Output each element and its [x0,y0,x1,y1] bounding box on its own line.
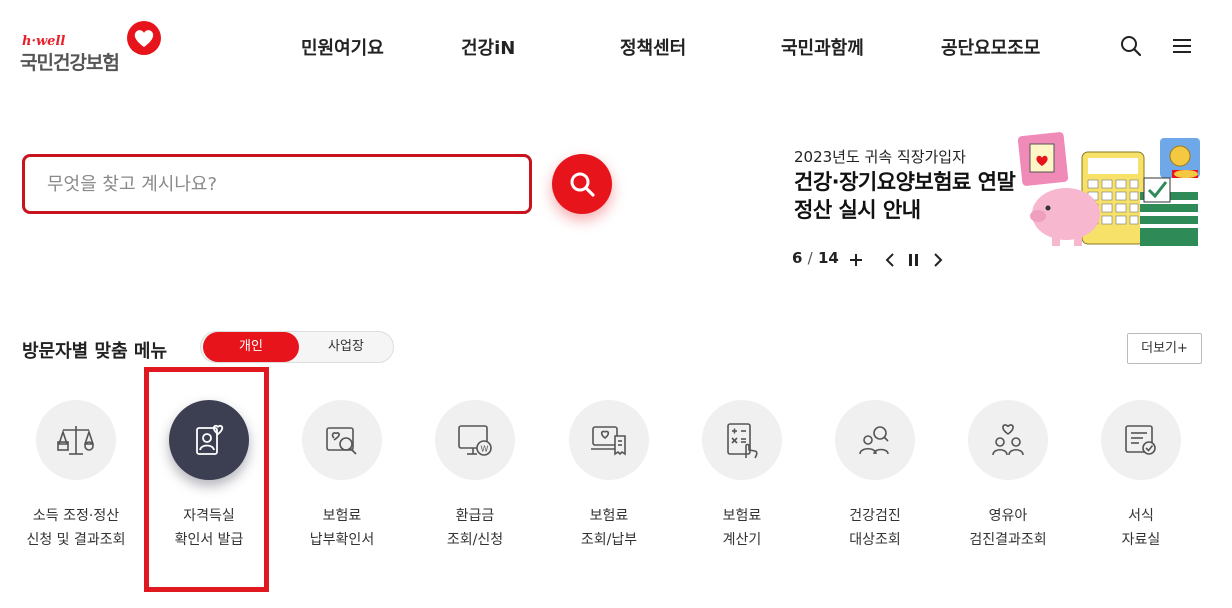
quick-menu-item-infant-checkup[interactable]: 영유아 검진결과조회 [948,400,1068,560]
family-heart-icon [992,424,1024,456]
quick-menu-label: 건강검진 대상조회 [805,504,945,552]
quick-menu-label-line2: 신청 및 결과조회 [26,532,126,548]
quick-menu-item-refund[interactable]: W 환급금 조회/신청 [415,400,535,560]
quick-menu-label-line1: 소득 조정·정산 [32,508,120,524]
quick-menu-item-income-adjust[interactable]: 소득 조정·정산 신청 및 결과조회 [16,400,136,560]
quick-menu-label-line2: 대상조회 [849,532,901,548]
quick-menu-label: 소득 조정·정산 신청 및 결과조회 [6,504,146,552]
search-icon[interactable] [1119,34,1143,58]
search-button[interactable] [552,154,612,214]
logo-subtext: h·well [22,34,66,49]
nav-item-together[interactable]: 국민과함께 [781,34,864,60]
quick-menu-label-line2: 자료실 [1121,532,1161,548]
site-logo[interactable]: h·well 국민건강보험 [20,18,170,74]
banner-total: 14 [817,249,839,267]
quick-menu-icon-bg [702,400,782,480]
visitor-type-toggle: 개인 사업장 [200,331,394,363]
quick-menu-item-health-checkup[interactable]: 건강검진 대상조회 [815,400,935,560]
quick-menu-item-payment-confirm[interactable]: 보험료 납부확인서 [282,400,402,560]
chevron-left-icon[interactable] [880,249,900,271]
banner-illustration-calculator-piggy-icon [1017,132,1200,246]
quick-menu-label-line1: 환급금 [455,508,495,524]
plus-icon[interactable] [846,249,866,271]
quick-menu-label-line1: 보험료 [322,508,362,524]
quick-menu-label-line2: 검진결과조회 [969,532,1047,548]
quick-menu-label: 보험료 조회/납부 [539,504,679,552]
quick-menu-item-calculator[interactable]: 보험료 계산기 [682,400,802,560]
banner-separator: / [807,249,813,267]
nav-item-health-in[interactable]: 건강iN [461,34,515,60]
document-search-icon [326,427,357,455]
banner-title[interactable]: 건강·장기요양보험료 연말정산 실시 안내 [794,168,1034,224]
quick-menu-label: 보험료 납부확인서 [272,504,412,552]
search-button-icon [570,172,595,197]
toggle-business[interactable]: 사업장 [299,332,393,362]
banner-current: 6 [792,249,803,267]
nav-item-policy[interactable]: 정책센터 [620,34,686,60]
logo-heart-icon [127,21,161,55]
calculator-icon [727,423,758,459]
quick-menu-item-forms[interactable]: 서식 자료실 [1081,400,1201,560]
search-box [22,154,532,214]
scale-icon [57,426,95,455]
quick-menu-icon-bg [36,400,116,480]
banner-subtitle: 2023년도 귀속 직장가입자 [794,148,966,166]
section-title: 방문자별 맞춤 메뉴 [22,341,168,362]
quick-menu-label-line2: 조회/납부 [580,532,638,548]
monitor-won-icon: W [458,425,492,456]
quick-menu-label-line1: 보험료 [722,508,762,524]
quick-menu-label-line1: 영유아 [988,508,1028,524]
laptop-receipt-icon [591,426,626,456]
quick-menu-label: 서식 자료실 [1071,504,1211,552]
banner-counter: 6 / 14 [792,249,839,267]
hamburger-menu-icon[interactable] [1170,34,1194,58]
quick-menu-icon-bg [968,400,1048,480]
quick-menu-label-line2: 계산기 [722,532,762,548]
logo-text: 국민건강보험 [20,52,120,74]
quick-menu-label: 보험료 계산기 [672,504,812,552]
quick-menu-label-line1: 건강검진 [849,508,901,524]
search-input[interactable] [47,157,517,211]
pause-icon[interactable] [904,249,924,271]
quick-menu-label-line2: 납부확인서 [309,532,375,548]
quick-menu-label: 환급금 조회/신청 [405,504,545,552]
chevron-right-icon[interactable] [928,249,948,271]
quick-menu-icon-bg [302,400,382,480]
highlight-box [144,367,269,592]
toggle-personal[interactable]: 개인 [203,332,299,362]
quick-menu-item-premium-inquiry[interactable]: 보험료 조회/납부 [549,400,669,560]
nav-item-about[interactable]: 공단요모조모 [941,34,1040,60]
people-search-icon [859,426,889,455]
quick-menu-icon-bg [1101,400,1181,480]
quick-menu-label-line1: 서식 [1128,508,1154,524]
svg-text:W: W [481,445,489,454]
quick-menu-label-line2: 조회/신청 [446,532,504,548]
quick-menu-icon-bg [569,400,649,480]
more-button[interactable]: 더보기+ [1127,333,1202,364]
quick-menu-icon-bg [835,400,915,480]
quick-menu-icon-bg: W [435,400,515,480]
quick-menu-label: 영유아 검진결과조회 [938,504,1078,552]
nav-item-civil[interactable]: 민원여기요 [301,34,384,60]
quick-menu-label-line1: 보험료 [589,508,629,524]
form-check-icon [1125,425,1156,455]
